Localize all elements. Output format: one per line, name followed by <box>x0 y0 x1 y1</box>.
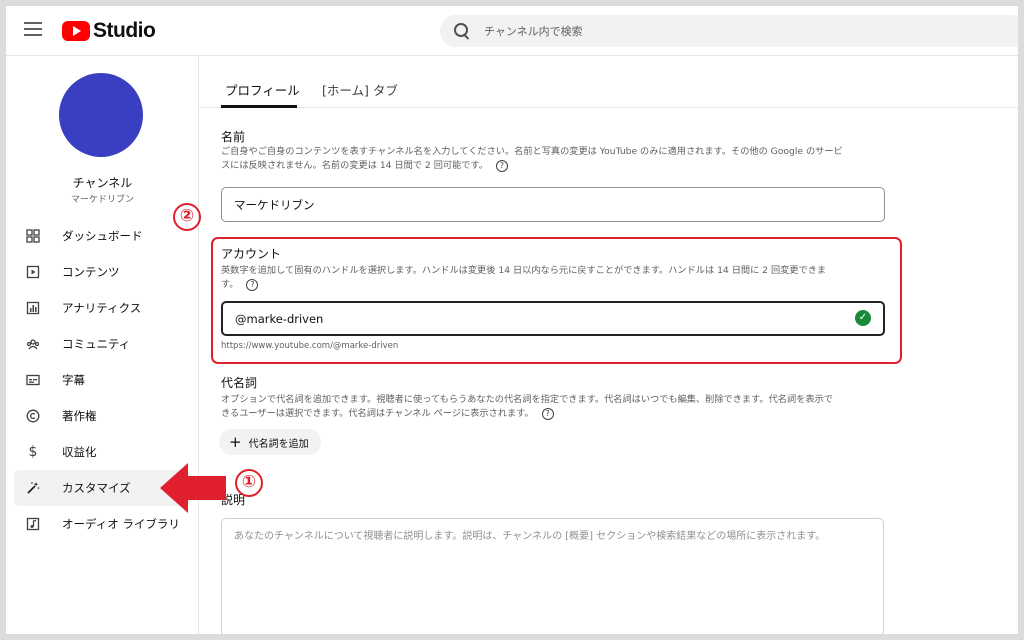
audio-library-icon <box>26 517 40 531</box>
logo-text: Studio <box>93 19 156 42</box>
search-input[interactable] <box>484 24 884 38</box>
channel-name: マーケドリブン <box>70 195 134 205</box>
pronoun-label: 代名詞 <box>221 376 258 390</box>
subtitles-icon <box>26 373 40 387</box>
red-arrow-icon <box>160 463 226 513</box>
channel-title: チャンネル <box>72 176 133 190</box>
studio-window: Studio チャンネル マーケドリブン ダッシュボード コンテンツ <box>6 6 1018 634</box>
name-field[interactable] <box>221 187 885 222</box>
tab-profile[interactable]: プロフィール <box>225 80 300 99</box>
name-description: ご自身やご自身のコンテンツを表すチャンネル名を入力してください。名前と写真の変更… <box>221 145 843 173</box>
sidebar-item-dashboard[interactable]: ダッシュボード <box>14 218 191 254</box>
profile-form: 名前 ご自身やご自身のコンテンツを表すチャンネル名を入力してください。名前と写真… <box>199 108 1018 634</box>
search-bar[interactable] <box>440 15 1018 47</box>
pronoun-description-line2: きるユーザーは選択できます。代名詞はチャンネル ページに表示されます。 <box>221 408 534 419</box>
dollar-icon: $ <box>28 444 38 460</box>
add-pronoun-label: 代名詞を追加 <box>248 438 309 450</box>
copyright-icon <box>26 409 40 423</box>
sidebar-item-copyright[interactable]: 著作権 <box>14 398 191 434</box>
pronoun-description: オプションで代名詞を追加できます。視聴者に使ってもらうあなたの代名詞を指定できま… <box>221 393 833 421</box>
sidebar-item-content[interactable]: コンテンツ <box>14 254 191 290</box>
sidebar-item-label: コミュニティ <box>62 337 131 351</box>
plus-icon: + <box>229 433 242 451</box>
account-highlight-box <box>211 237 902 364</box>
sidebar-item-label: 著作権 <box>62 409 97 423</box>
content-icon <box>26 265 40 279</box>
dashboard-icon <box>26 229 40 243</box>
description-field[interactable]: あなたのチャンネルについて視聴者に説明します。説明は、チャンネルの [概要] セ… <box>221 518 884 634</box>
channel-avatar[interactable] <box>59 73 143 157</box>
sidebar-item-subtitles[interactable]: 字幕 <box>14 362 191 398</box>
name-description-line1: ご自身やご自身のコンテンツを表すチャンネル名を入力してください。名前と写真の変更… <box>221 146 843 157</box>
sidebar-item-label: 字幕 <box>62 373 85 387</box>
sidebar-item-label: 収益化 <box>62 445 97 459</box>
step-1-marker: ① <box>235 469 263 497</box>
tab-home[interactable]: [ホーム] タブ <box>322 80 398 99</box>
name-description-line2: スには反映されません。名前の変更は 14 日間で 2 回可能です。 <box>221 160 488 171</box>
sidebar-item-label: アナリティクス <box>62 301 142 315</box>
youtube-play-icon <box>62 21 90 41</box>
step-2-marker: ② <box>173 203 201 231</box>
top-bar: Studio <box>6 6 1018 56</box>
help-icon[interactable]: ? <box>541 407 554 420</box>
tab-bar: プロフィール [ホーム] タブ <box>199 56 1018 108</box>
sidebar-item-analytics[interactable]: アナリティクス <box>14 290 191 326</box>
analytics-icon <box>26 301 40 315</box>
add-pronoun-button[interactable]: + 代名詞を追加 <box>219 429 321 455</box>
sidebar: チャンネル マーケドリブン ダッシュボード コンテンツ アナリティクス コミュニ… <box>6 56 199 634</box>
sidebar-item-label: オーディオ ライブラリ <box>62 517 180 531</box>
community-icon <box>26 337 40 351</box>
name-label: 名前 <box>221 130 246 144</box>
hamburger-menu-icon[interactable] <box>24 22 42 38</box>
help-icon[interactable]: ? <box>495 159 508 172</box>
sidebar-item-label: ダッシュボード <box>62 229 143 243</box>
magic-wand-icon <box>26 481 40 495</box>
sidebar-item-label: コンテンツ <box>62 265 120 279</box>
search-icon[interactable] <box>454 23 470 39</box>
studio-logo[interactable]: Studio <box>62 19 156 43</box>
sidebar-item-label: カスタマイズ <box>62 481 131 495</box>
pronoun-description-line1: オプションで代名詞を追加できます。視聴者に使ってもらうあなたの代名詞を指定できま… <box>221 394 833 405</box>
sidebar-item-community[interactable]: コミュニティ <box>14 326 191 362</box>
